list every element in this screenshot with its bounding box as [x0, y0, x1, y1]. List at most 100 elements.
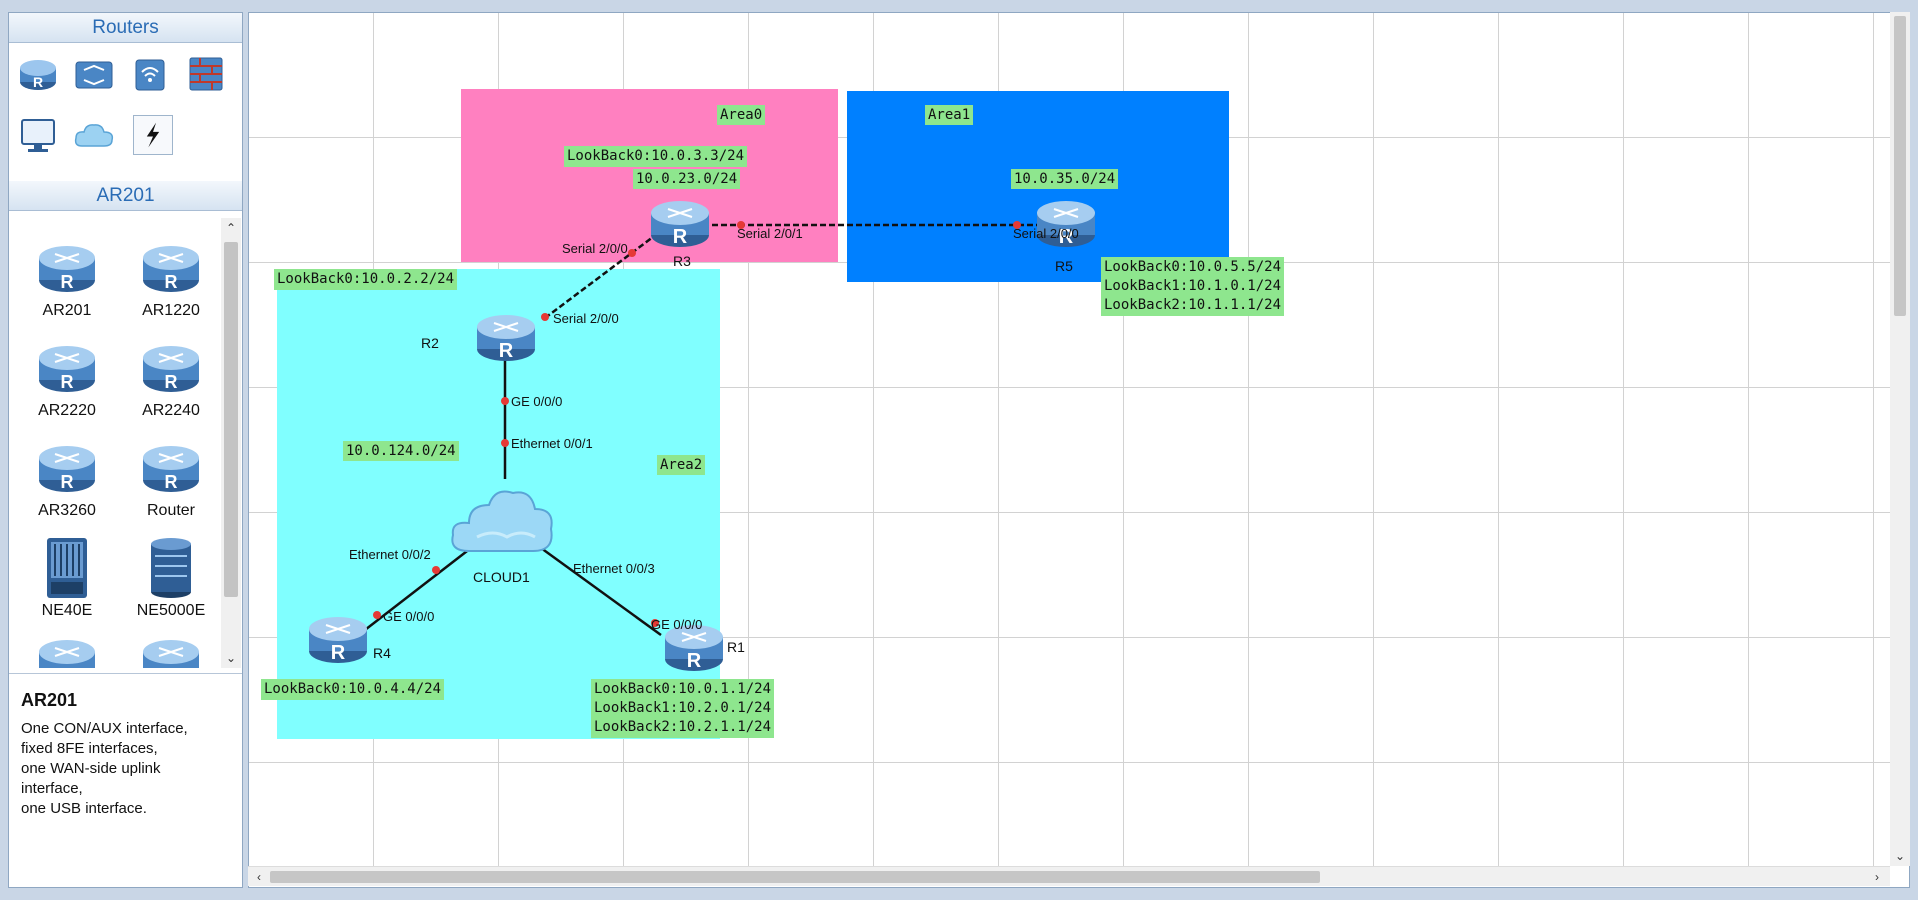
network-label-35[interactable]: 10.0.35.0/24: [1011, 169, 1119, 189]
router-label-r2: R2: [421, 335, 439, 351]
network-label-23[interactable]: 10.0.23.0/24: [633, 169, 741, 189]
model-partial-1[interactable]: [17, 630, 117, 668]
network-label-124[interactable]: 10.0.124.0/24: [343, 441, 459, 461]
model-label: AR201: [42, 302, 92, 319]
model-header[interactable]: AR201: [9, 181, 242, 211]
model-label: NE40E: [41, 602, 93, 619]
interface-label: Ethernet 0/0/3: [573, 561, 655, 576]
loopback-entry: LookBack0:10.0.1.1/24: [594, 681, 772, 697]
switch-icon: [39, 640, 95, 668]
cloud1-node[interactable]: [447, 477, 557, 568]
svg-text:R: R: [331, 642, 346, 664]
router-icon: R: [309, 617, 367, 664]
loopback-entry: LookBack1:10.1.0.1/24: [1104, 278, 1282, 294]
interface-label: Serial 2/0/0: [562, 241, 628, 256]
router-icon: R: [143, 446, 199, 492]
loopback-label-r3[interactable]: LookBack0:10.0.3.3/24: [564, 146, 748, 167]
topology-canvas[interactable]: Area0 Area1 Area2 10.0.23.0/24 10.0.35.0…: [248, 12, 1910, 888]
interface-label: GE 0/0/0: [651, 617, 703, 632]
model-ar3260[interactable]: R AR3260: [17, 436, 117, 520]
model-label: AR3260: [38, 502, 96, 519]
router-r3[interactable]: R: [649, 195, 711, 256]
model-ar201[interactable]: R AR201: [17, 236, 117, 320]
scroll-up-icon[interactable]: ⌃: [224, 220, 238, 236]
interface-label: Serial 2/0/0: [1013, 226, 1079, 241]
scroll-down-icon[interactable]: ⌄: [224, 650, 238, 666]
canvas-grid[interactable]: Area0 Area1 Area2 10.0.23.0/24 10.0.35.0…: [249, 13, 1891, 867]
model-ne5000e[interactable]: NE5000E: [121, 536, 221, 620]
model-ar1220[interactable]: R AR1220: [121, 236, 221, 320]
model-router[interactable]: R Router: [121, 436, 221, 520]
model-ne40e[interactable]: NE40E: [17, 536, 117, 620]
model-label: NE5000E: [136, 602, 206, 619]
router-icon: R: [143, 346, 199, 392]
interface-label: Serial 2/0/0: [553, 311, 619, 326]
device-panel: Routers R AR201 R AR201 R AR1220 R AR222…: [8, 12, 243, 888]
switch-icon[interactable]: [71, 51, 117, 97]
port-dot: [432, 566, 440, 574]
scroll-thumb[interactable]: [1894, 16, 1906, 316]
scroll-left-icon[interactable]: ‹: [252, 869, 266, 885]
router-label-r3: R3: [673, 253, 691, 269]
loopback-entry: LookBack2:10.2.1.1/24: [594, 719, 772, 735]
router-r2[interactable]: R: [475, 309, 537, 370]
router-icon: R: [39, 346, 95, 392]
interface-label: Serial 2/0/1: [737, 226, 803, 241]
scroll-right-icon[interactable]: ›: [1870, 869, 1884, 885]
router-r4[interactable]: R: [307, 611, 369, 672]
router-label-r1: R1: [727, 639, 745, 655]
model-label: AR2240: [142, 402, 200, 419]
loopback-entry: LookBack2:10.1.1.1/24: [1104, 297, 1282, 313]
interface-label: GE 0/0/0: [511, 394, 563, 409]
model-list: R AR201 R AR1220 R AR2220 R AR2240 R AR3…: [9, 218, 221, 668]
canvas-horizontal-scrollbar[interactable]: ‹ ›: [248, 866, 1890, 886]
loopback-entry: LookBack0:10.0.2.2/24: [277, 271, 455, 287]
cloud-icon[interactable]: [71, 113, 117, 159]
router-icon: [143, 640, 199, 668]
model-label: AR2220: [38, 402, 96, 419]
svg-text:R: R: [687, 650, 702, 672]
scroll-thumb[interactable]: [224, 242, 238, 597]
loopback-label-r2[interactable]: LookBack0:10.0.2.2/24: [274, 269, 458, 290]
loopback-label-r1[interactable]: LookBack0:10.0.1.1/24 LookBack1:10.2.0.1…: [591, 679, 775, 738]
connection-icon[interactable]: [133, 115, 173, 155]
model-ar2240[interactable]: R AR2240: [121, 336, 221, 420]
model-ar2220[interactable]: R AR2220: [17, 336, 117, 420]
model-list-scrollbar[interactable]: ⌃ ⌄: [221, 218, 241, 668]
model-label: Router: [146, 502, 196, 519]
description-line: One CON/AUX interface,: [21, 720, 188, 737]
model-partial-2[interactable]: [121, 630, 221, 668]
router-icon: R: [477, 315, 535, 362]
routers-header[interactable]: Routers: [9, 13, 242, 43]
port-dot: [501, 397, 509, 405]
category-grid: R: [9, 43, 242, 181]
router-label-r5: R5: [1055, 258, 1073, 274]
port-dot: [628, 249, 636, 257]
description-line: interface,: [21, 780, 83, 797]
router-icon[interactable]: R: [15, 51, 61, 97]
router-label-r4: R4: [373, 645, 391, 661]
router-icon: R: [39, 446, 95, 492]
loopback-label-r5[interactable]: LookBack0:10.0.5.5/24 LookBack1:10.1.0.1…: [1101, 257, 1285, 316]
loopback-label-r4[interactable]: LookBack0:10.0.4.4/24: [261, 679, 445, 700]
svg-text:R: R: [61, 272, 74, 292]
scroll-down-icon[interactable]: ⌄: [1893, 848, 1907, 864]
links-layer: [360, 221, 1059, 637]
router-icon: R: [39, 246, 95, 292]
router-icon: R: [651, 201, 709, 248]
description-line: fixed 8FE interfaces,: [21, 740, 158, 757]
svg-text:R: R: [165, 472, 178, 492]
interface-label: Ethernet 0/0/1: [511, 436, 593, 451]
port-dot: [373, 611, 381, 619]
canvas-vertical-scrollbar[interactable]: ⌄: [1890, 12, 1910, 866]
wireless-icon[interactable]: [127, 51, 173, 97]
loopback-entry: LookBack0:10.0.4.4/24: [264, 681, 442, 697]
description-line: one WAN-side uplink: [21, 760, 161, 777]
pc-icon[interactable]: [15, 113, 61, 159]
scroll-thumb[interactable]: [270, 871, 1320, 883]
svg-text:R: R: [33, 74, 43, 90]
firewall-icon[interactable]: [183, 51, 229, 97]
router-icon: R: [1037, 201, 1095, 248]
model-label: AR1220: [142, 302, 200, 319]
loopback-entry: LookBack1:10.2.0.1/24: [594, 700, 772, 716]
